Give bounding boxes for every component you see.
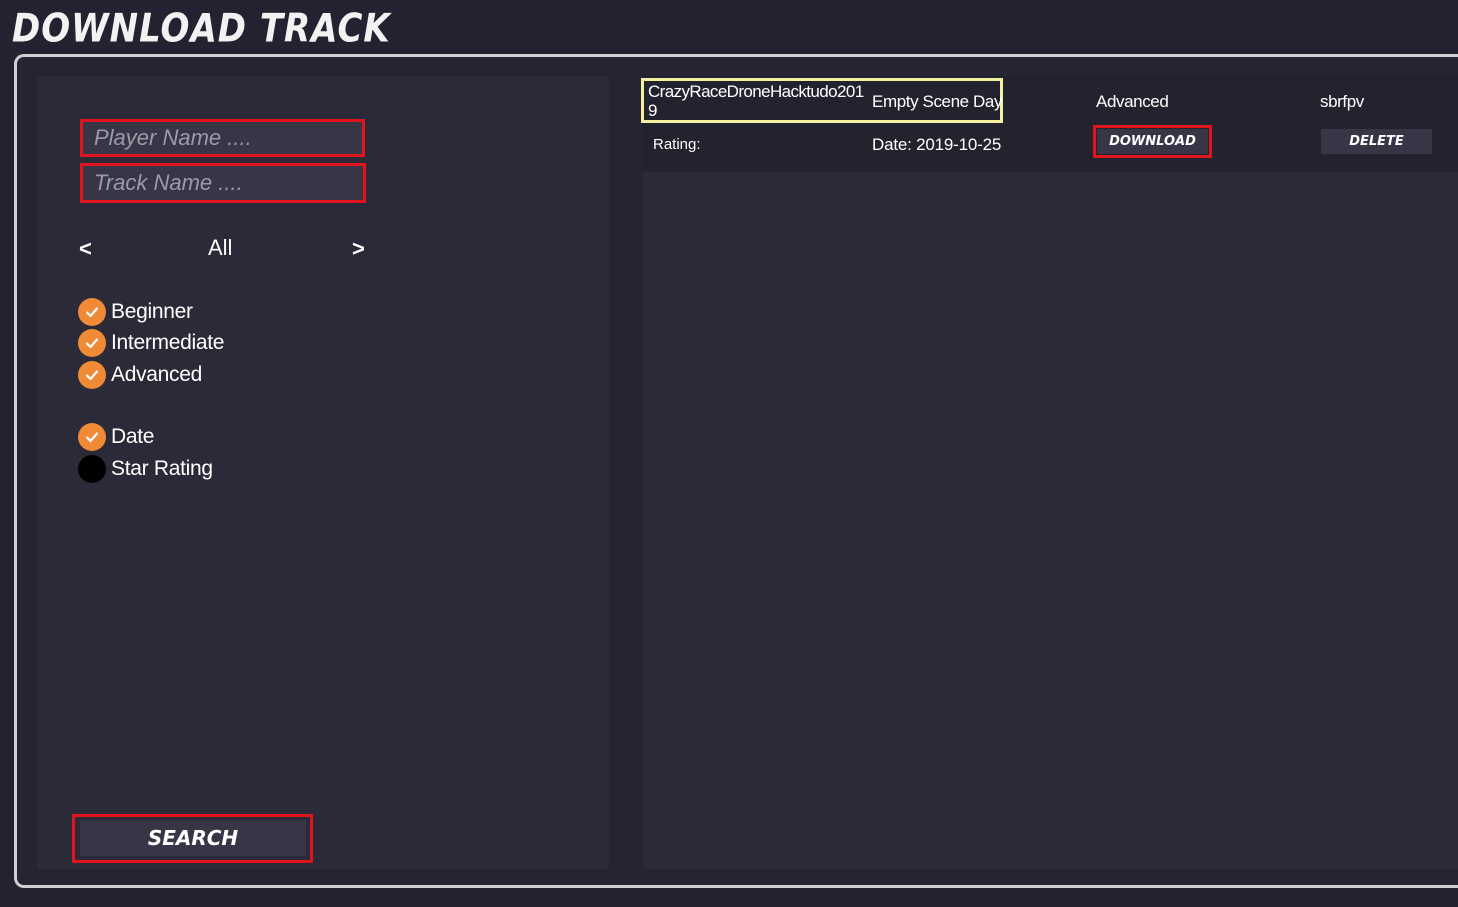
sort-star-rating-toggle[interactable]: Star Rating	[78, 455, 213, 483]
check-icon	[78, 423, 106, 451]
track-name: CrazyRaceDroneHacktudo201 9	[648, 82, 864, 120]
delete-button[interactable]: DELETE	[1321, 129, 1432, 154]
difficulty-beginner-toggle[interactable]: Beginner	[78, 298, 193, 326]
track-name-input[interactable]	[83, 166, 363, 200]
sort-star-rating-label: Star Rating	[111, 457, 213, 480]
difficulty-intermediate-label: Intermediate	[111, 331, 225, 354]
track-date: Date: 2019-10-25	[872, 135, 1002, 154]
check-icon	[78, 361, 106, 389]
category-value: All	[208, 235, 233, 260]
page-title: DOWNLOAD TRACK	[12, 6, 391, 52]
unchecked-circle-icon	[78, 455, 106, 483]
player-name-input[interactable]	[83, 122, 362, 154]
difficulty-intermediate-toggle[interactable]: Intermediate	[78, 329, 224, 357]
download-button[interactable]: DOWNLOAD	[1097, 129, 1208, 154]
track-difficulty: Advanced	[1096, 92, 1169, 111]
difficulty-advanced-label: Advanced	[111, 363, 203, 386]
difficulty-advanced-toggle[interactable]: Advanced	[78, 361, 202, 389]
scene-name: Empty Scene Day	[872, 92, 1003, 111]
sort-date-toggle[interactable]: Date	[78, 423, 154, 451]
track-name-line1: CrazyRaceDroneHacktudo201	[648, 82, 864, 101]
difficulty-beginner-label: Beginner	[111, 300, 193, 323]
results-panel	[643, 76, 1458, 869]
search-button[interactable]: SEARCH	[80, 820, 306, 856]
category-next-arrow[interactable]: >	[352, 236, 365, 262]
check-icon	[78, 329, 106, 357]
track-name-line2: 9	[648, 101, 657, 120]
track-author: sbrfpv	[1320, 92, 1364, 111]
sort-date-label: Date	[111, 425, 155, 448]
rating-label: Rating:	[653, 136, 701, 153]
category-prev-arrow[interactable]: <	[79, 236, 92, 262]
check-icon	[78, 298, 106, 326]
